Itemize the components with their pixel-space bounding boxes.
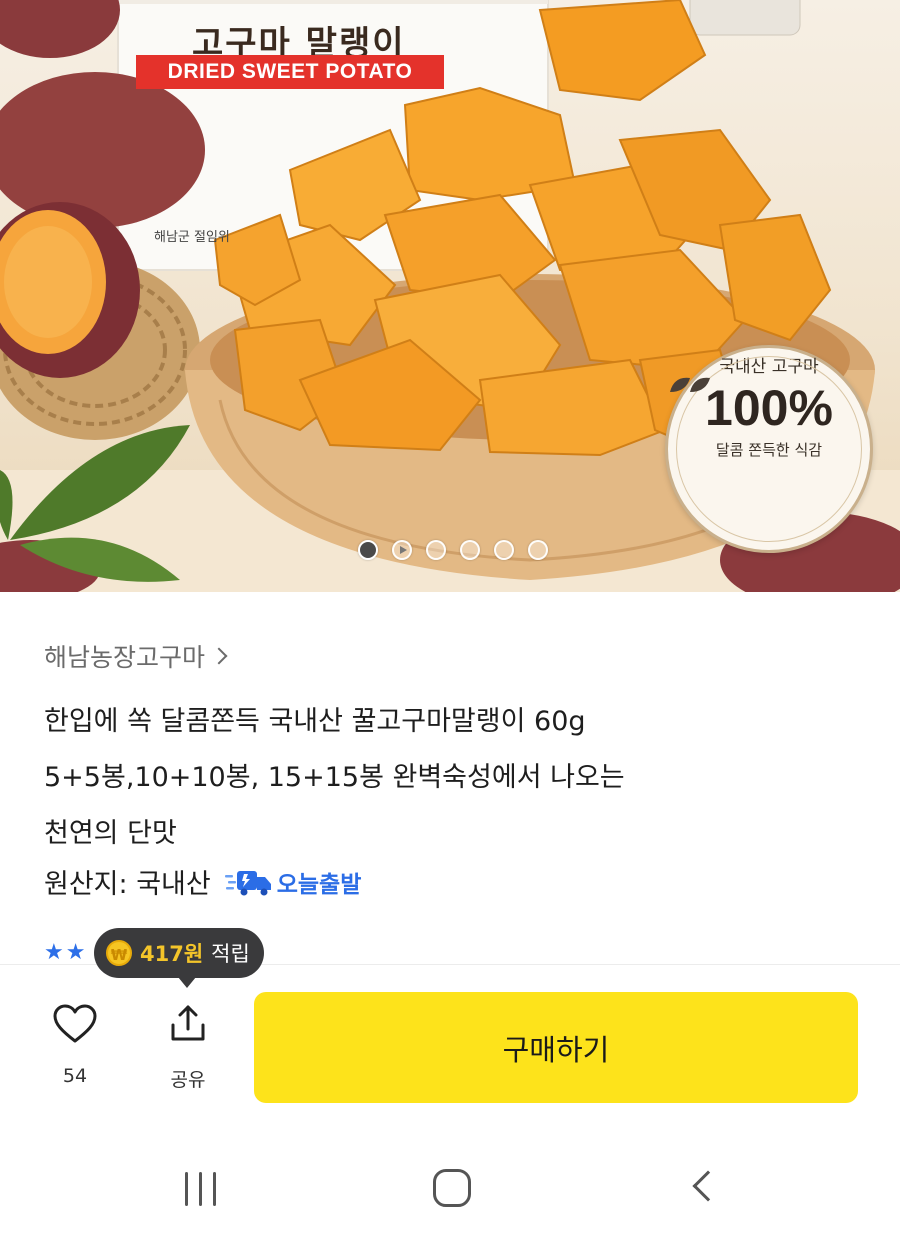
origin-row: 원산지: 국내산 오늘출발 xyxy=(44,862,361,901)
share-label: 공유 xyxy=(170,1069,206,1091)
domestic-badge: 국내산 고구마 100% 달콤 쫀득한 식감 xyxy=(665,345,873,553)
seller-link[interactable]: 해남농장고구마 xyxy=(44,638,228,674)
buy-button[interactable]: 구매하기 xyxy=(254,992,858,1103)
carousel-dot[interactable] xyxy=(528,540,548,560)
carousel-dot[interactable] xyxy=(426,540,446,560)
bag-banner: DRIED SWEET POTATO xyxy=(136,55,444,89)
bag-maker: 해남군 절임위 xyxy=(154,230,230,245)
star-icon: ★ xyxy=(65,940,86,965)
shipping-label: 오늘출발 xyxy=(276,871,362,898)
home-icon[interactable] xyxy=(433,1169,471,1207)
coin-icon: ₩ xyxy=(106,940,132,966)
back-icon[interactable] xyxy=(692,1170,724,1202)
product-title-line: 5+5봉,10+10봉, 15+15봉 완벽숙성에서 나오는 xyxy=(44,762,625,793)
carousel-indicator xyxy=(358,540,548,560)
reward-tooltip: ₩ 417원 적립 xyxy=(94,928,264,988)
carousel-dot[interactable] xyxy=(494,540,514,560)
star-icon: ★ xyxy=(44,940,64,965)
heart-icon xyxy=(53,1004,97,1043)
product-title-line: 천연의 단맛 xyxy=(44,818,177,849)
reward-suffix: 적립 xyxy=(211,942,250,966)
origin-text: 원산지: 국내산 xyxy=(44,869,211,900)
leaf-icon xyxy=(670,377,710,392)
carousel-dot[interactable] xyxy=(460,540,480,560)
carousel-video-dot[interactable] xyxy=(392,540,412,560)
like-button[interactable]: 54 xyxy=(48,1003,102,1087)
reward-amount: 417원 xyxy=(140,942,204,966)
product-title: 한입에 쏙 달콤쫀득 국내산 꿀고구마말랭이 60g 5+5봉,10+10봉, … xyxy=(44,694,864,862)
today-shipping-badge: 오늘출발 xyxy=(224,865,362,899)
product-image-carousel[interactable]: 고구마 말랭이 DRIED SWEET POTATO 해남군 절임위 국내산 고… xyxy=(0,0,900,592)
chevron-right-icon xyxy=(210,647,228,665)
carousel-dot[interactable] xyxy=(358,540,378,560)
product-title-line: 한입에 쏙 달콤쫀득 국내산 꿀고구마말랭이 60g xyxy=(44,706,586,737)
share-button[interactable]: 공유 xyxy=(160,1003,216,1092)
system-nav-bar xyxy=(0,1140,900,1243)
rating-stars[interactable]: ★ ★ xyxy=(44,942,85,964)
recents-icon[interactable] xyxy=(183,1172,219,1206)
share-icon xyxy=(171,1005,205,1041)
delivery-truck-icon xyxy=(224,870,271,895)
like-count: 54 xyxy=(62,1065,88,1087)
seller-name: 해남농장고구마 xyxy=(44,643,206,672)
